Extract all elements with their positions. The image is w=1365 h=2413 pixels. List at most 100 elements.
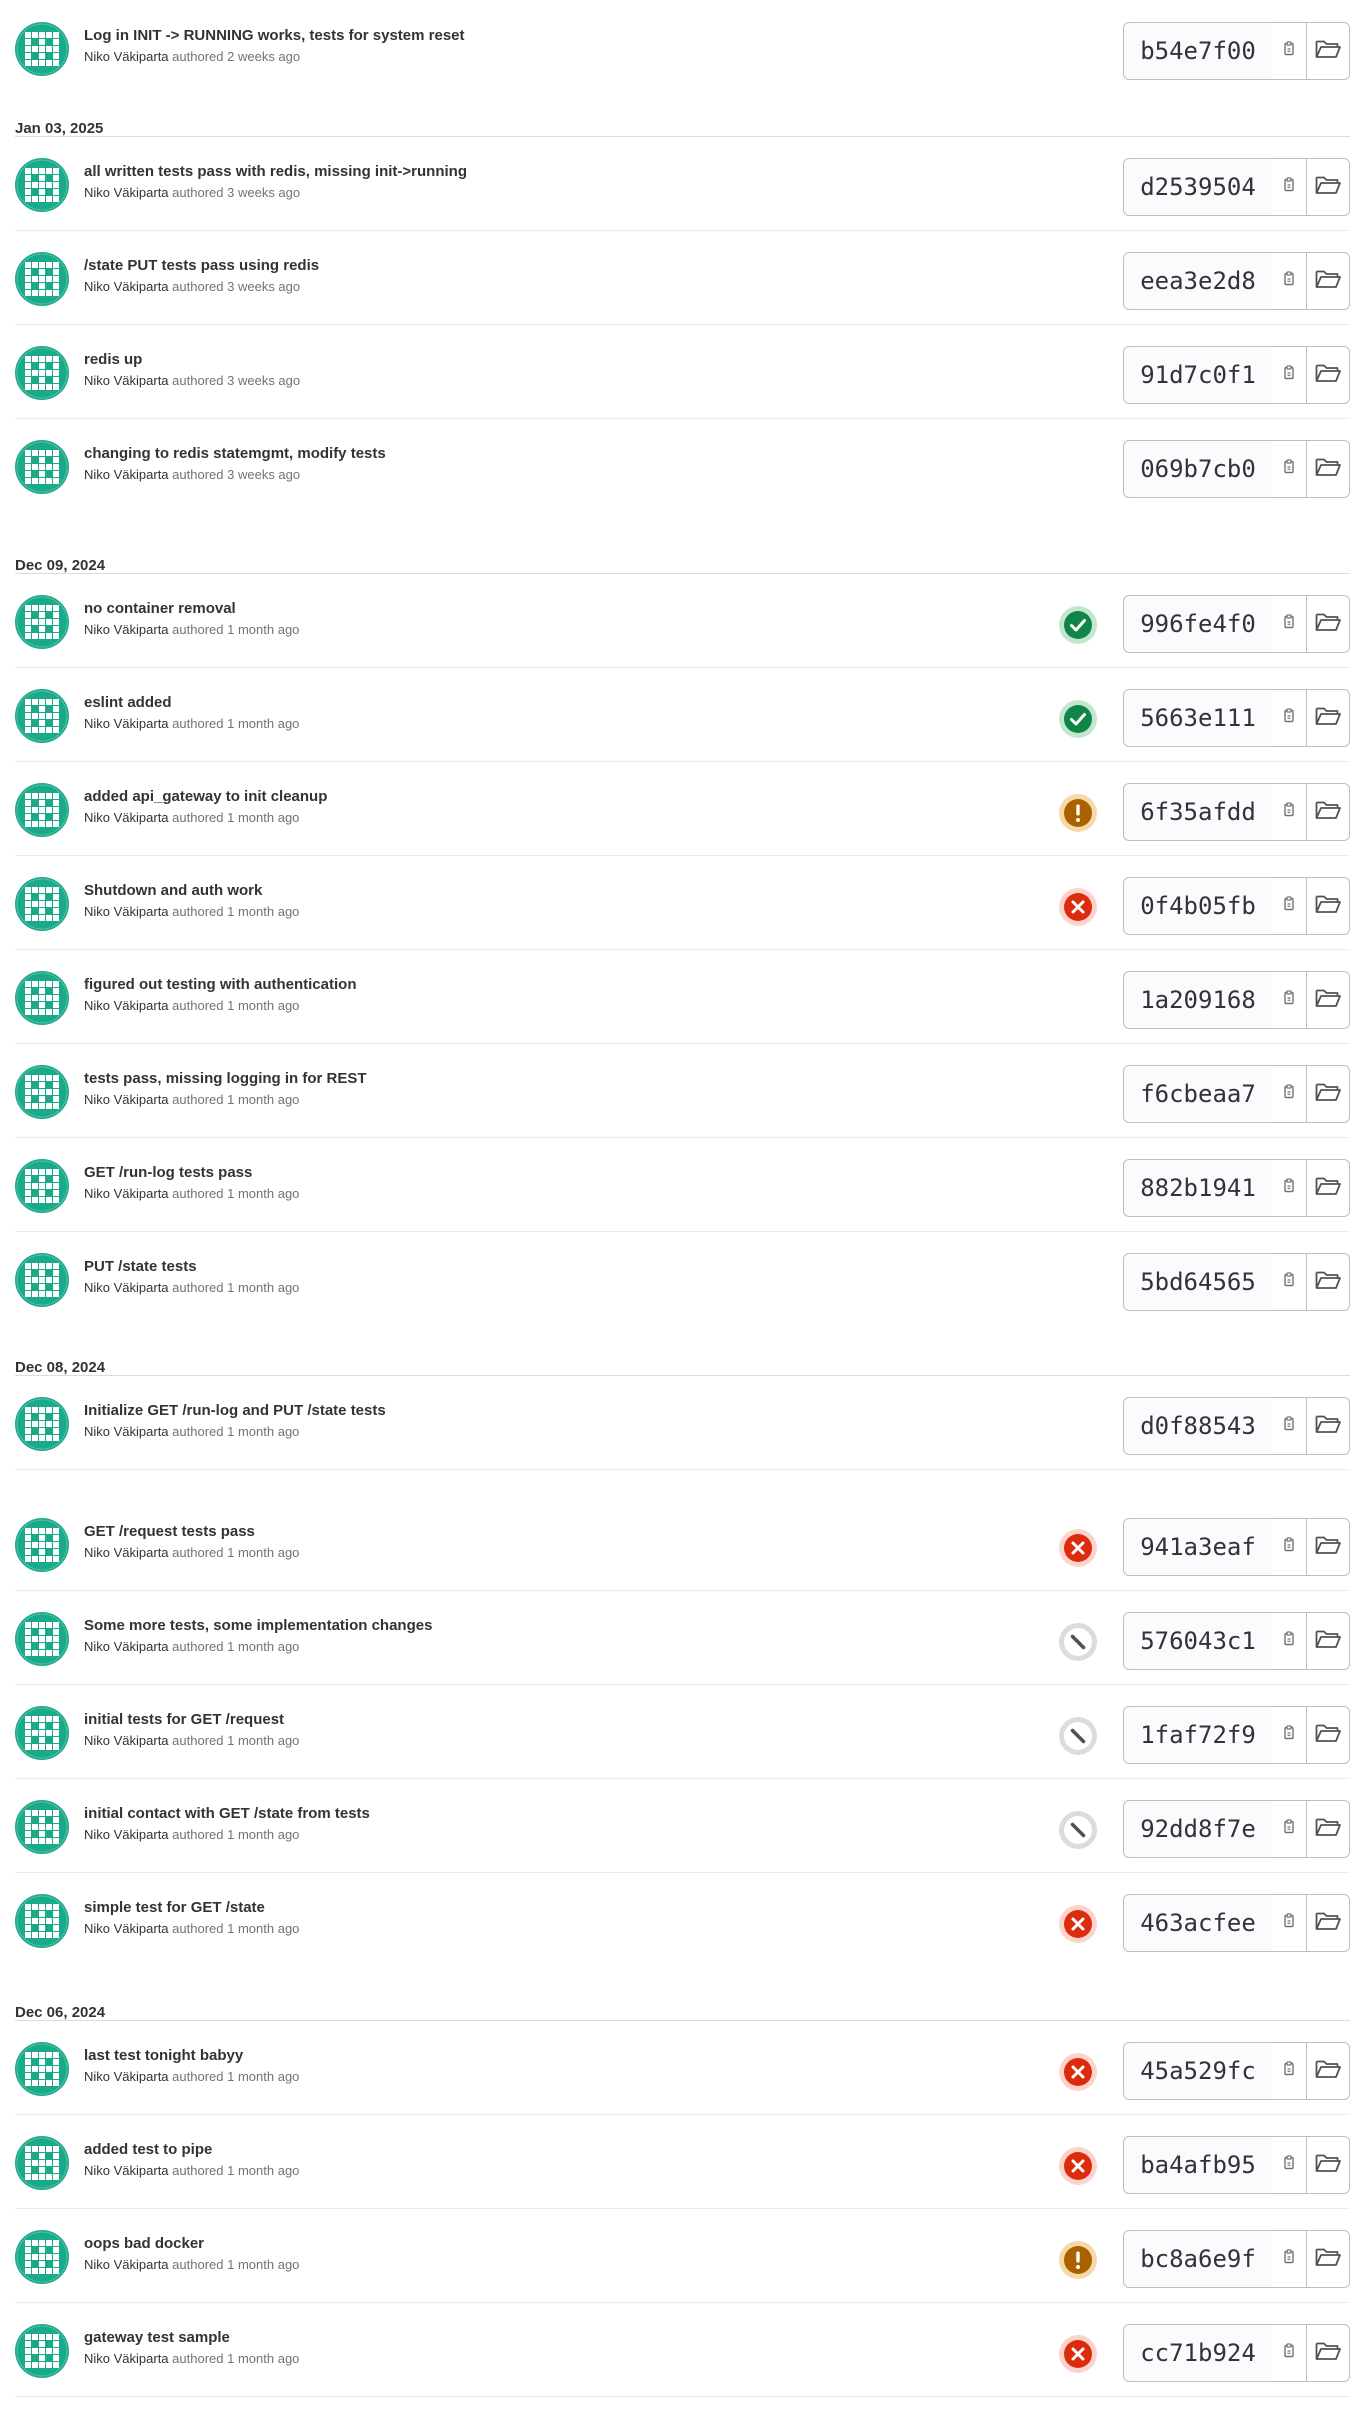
copy-sha-button[interactable]	[1272, 252, 1307, 310]
commit-sha-button[interactable]: 576043c1	[1123, 1612, 1273, 1670]
author-avatar[interactable]	[15, 440, 69, 494]
browse-files-button[interactable]	[1307, 689, 1350, 747]
pipeline-status-failed-icon[interactable]	[1058, 1904, 1098, 1944]
commit-sha-button[interactable]: 6f35afdd	[1123, 783, 1273, 841]
commit-title-link[interactable]: eslint added	[84, 694, 172, 711]
commit-sha-button[interactable]: 92dd8f7e	[1123, 1800, 1273, 1858]
commit-title-link[interactable]: Some more tests, some implementation cha…	[84, 1617, 432, 1634]
pipeline-status-canceled-icon[interactable]	[1058, 1622, 1098, 1662]
commit-sha-button[interactable]: 91d7c0f1	[1123, 346, 1273, 404]
commit-sha-button[interactable]: eea3e2d8	[1123, 252, 1273, 310]
copy-sha-button[interactable]	[1272, 22, 1307, 80]
author-avatar[interactable]	[15, 1706, 69, 1760]
browse-files-button[interactable]	[1307, 1706, 1350, 1764]
author-avatar[interactable]	[15, 1894, 69, 1948]
author-name-link[interactable]: Niko Väkiparta	[84, 1639, 169, 1654]
author-name-link[interactable]: Niko Väkiparta	[84, 2163, 169, 2178]
copy-sha-button[interactable]	[1272, 1159, 1307, 1217]
browse-files-button[interactable]	[1307, 1518, 1350, 1576]
commit-title-link[interactable]: no container removal	[84, 600, 236, 617]
commit-title-link[interactable]: gateway test sample	[84, 2329, 230, 2346]
browse-files-button[interactable]	[1307, 2230, 1350, 2288]
author-avatar[interactable]	[15, 2324, 69, 2378]
pipeline-status-failed-icon[interactable]	[1058, 2334, 1098, 2374]
author-name-link[interactable]: Niko Väkiparta	[84, 622, 169, 637]
commit-title-link[interactable]: all written tests pass with redis, missi…	[84, 163, 467, 180]
pipeline-status-success-icon[interactable]	[1058, 699, 1098, 739]
author-avatar[interactable]	[15, 346, 69, 400]
author-name-link[interactable]: Niko Väkiparta	[84, 2351, 169, 2366]
copy-sha-button[interactable]	[1272, 783, 1307, 841]
browse-files-button[interactable]	[1307, 2136, 1350, 2194]
commit-title-link[interactable]: figured out testing with authentication	[84, 976, 356, 993]
browse-files-button[interactable]	[1307, 971, 1350, 1029]
author-name-link[interactable]: Niko Väkiparta	[84, 1827, 169, 1842]
author-avatar[interactable]	[15, 252, 69, 306]
author-name-link[interactable]: Niko Väkiparta	[84, 904, 169, 919]
commit-sha-button[interactable]: 1a209168	[1123, 971, 1273, 1029]
copy-sha-button[interactable]	[1272, 1253, 1307, 1311]
commit-sha-button[interactable]: bc8a6e9f	[1123, 2230, 1273, 2288]
commit-sha-button[interactable]: 5bd64565	[1123, 1253, 1273, 1311]
commit-title-link[interactable]: Log in INIT -> RUNNING works, tests for …	[84, 27, 465, 44]
browse-files-button[interactable]	[1307, 1397, 1350, 1455]
copy-sha-button[interactable]	[1272, 1800, 1307, 1858]
copy-sha-button[interactable]	[1272, 2324, 1307, 2382]
commit-title-link[interactable]: added api_gateway to init cleanup	[84, 788, 327, 805]
pipeline-status-failed-icon[interactable]	[1058, 2146, 1098, 2186]
author-name-link[interactable]: Niko Väkiparta	[84, 279, 169, 294]
commit-sha-button[interactable]: 463acfee	[1123, 1894, 1273, 1952]
author-avatar[interactable]	[15, 2230, 69, 2284]
commit-title-link[interactable]: GET /request tests pass	[84, 1523, 255, 1540]
browse-files-button[interactable]	[1307, 783, 1350, 841]
author-name-link[interactable]: Niko Väkiparta	[84, 1280, 169, 1295]
copy-sha-button[interactable]	[1272, 1706, 1307, 1764]
author-avatar[interactable]	[15, 1518, 69, 1572]
author-avatar[interactable]	[15, 1397, 69, 1451]
author-name-link[interactable]: Niko Väkiparta	[84, 185, 169, 200]
author-avatar[interactable]	[15, 1159, 69, 1213]
commit-title-link[interactable]: GET /run-log tests pass	[84, 1164, 252, 1181]
commit-sha-button[interactable]: 5663e111	[1123, 689, 1273, 747]
copy-sha-button[interactable]	[1272, 1518, 1307, 1576]
browse-files-button[interactable]	[1307, 2042, 1350, 2100]
commit-title-link[interactable]: oops bad docker	[84, 2235, 204, 2252]
copy-sha-button[interactable]	[1272, 1894, 1307, 1952]
author-avatar[interactable]	[15, 1800, 69, 1854]
browse-files-button[interactable]	[1307, 158, 1350, 216]
commit-sha-button[interactable]: 45a529fc	[1123, 2042, 1273, 2100]
pipeline-status-warning-icon[interactable]	[1058, 2240, 1098, 2280]
browse-files-button[interactable]	[1307, 22, 1350, 80]
commit-sha-button[interactable]: d0f88543	[1123, 1397, 1273, 1455]
commit-title-link[interactable]: PUT /state tests	[84, 1258, 197, 1275]
commit-sha-button[interactable]: d2539504	[1123, 158, 1273, 216]
commit-title-link[interactable]: tests pass, missing logging in for REST	[84, 1070, 367, 1087]
author-name-link[interactable]: Niko Väkiparta	[84, 810, 169, 825]
commit-sha-button[interactable]: ba4afb95	[1123, 2136, 1273, 2194]
commit-sha-button[interactable]: 996fe4f0	[1123, 595, 1273, 653]
commit-sha-button[interactable]: 069b7cb0	[1123, 440, 1273, 498]
browse-files-button[interactable]	[1307, 877, 1350, 935]
author-avatar[interactable]	[15, 783, 69, 837]
commit-title-link[interactable]: Initialize GET /run-log and PUT /state t…	[84, 1402, 386, 1419]
author-avatar[interactable]	[15, 877, 69, 931]
pipeline-status-failed-icon[interactable]	[1058, 2052, 1098, 2092]
author-name-link[interactable]: Niko Väkiparta	[84, 467, 169, 482]
commit-title-link[interactable]: simple test for GET /state	[84, 1899, 265, 1916]
browse-files-button[interactable]	[1307, 2324, 1350, 2382]
commit-title-link[interactable]: /state PUT tests pass using redis	[84, 257, 319, 274]
copy-sha-button[interactable]	[1272, 440, 1307, 498]
copy-sha-button[interactable]	[1272, 689, 1307, 747]
commit-title-link[interactable]: changing to redis statemgmt, modify test…	[84, 445, 386, 462]
copy-sha-button[interactable]	[1272, 1612, 1307, 1670]
browse-files-button[interactable]	[1307, 1159, 1350, 1217]
author-avatar[interactable]	[15, 689, 69, 743]
commit-sha-button[interactable]: 0f4b05fb	[1123, 877, 1273, 935]
copy-sha-button[interactable]	[1272, 1397, 1307, 1455]
copy-sha-button[interactable]	[1272, 2230, 1307, 2288]
author-avatar[interactable]	[15, 1612, 69, 1666]
browse-files-button[interactable]	[1307, 252, 1350, 310]
commit-sha-button[interactable]: f6cbeaa7	[1123, 1065, 1273, 1123]
copy-sha-button[interactable]	[1272, 346, 1307, 404]
copy-sha-button[interactable]	[1272, 971, 1307, 1029]
